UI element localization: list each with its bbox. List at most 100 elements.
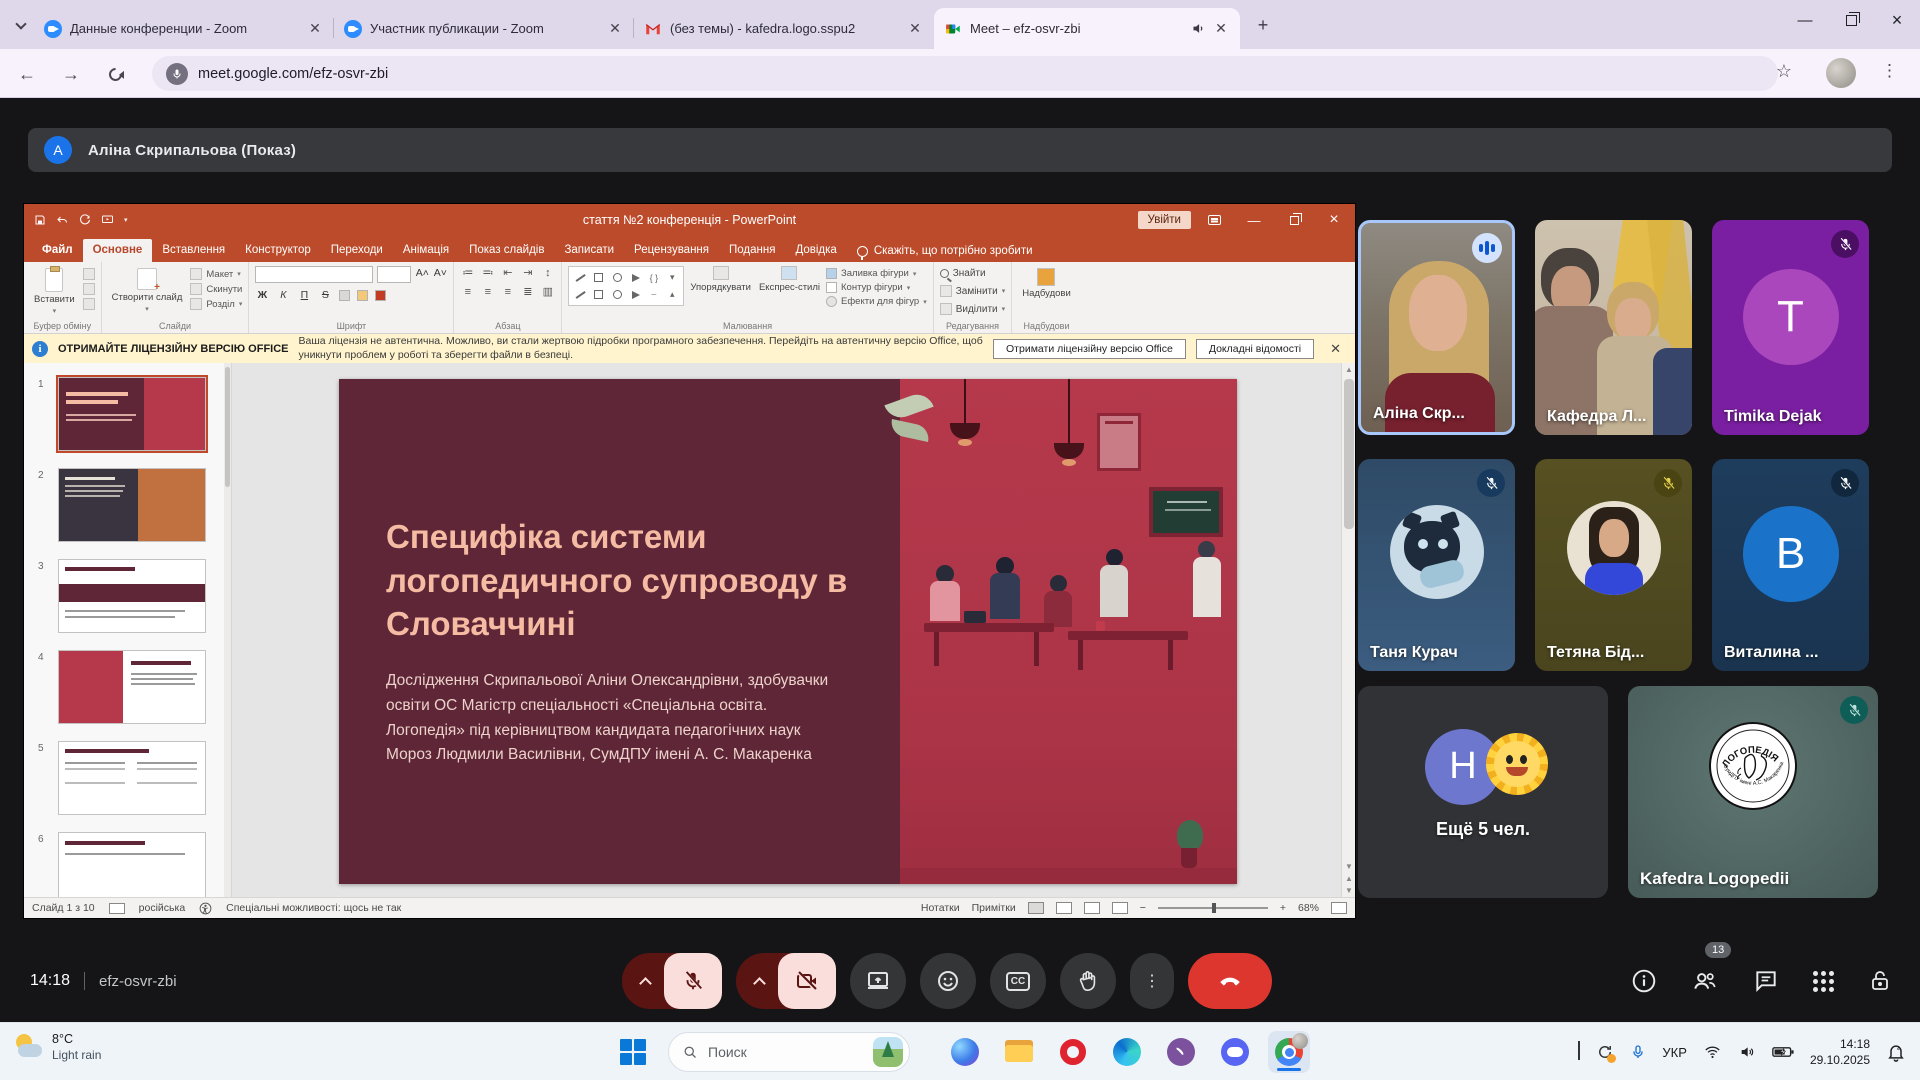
close-icon[interactable]: ✕ (1324, 341, 1347, 357)
app-icon-copilot[interactable] (948, 1035, 982, 1069)
mic-tray-icon[interactable] (1630, 1043, 1646, 1061)
zoom-level[interactable]: 68% (1298, 902, 1319, 914)
scroll-down-icon[interactable]: ▼ (1345, 863, 1353, 871)
tile-alina[interactable]: Аліна Скр... (1358, 220, 1515, 435)
get-license-button[interactable]: Отримати ліцензійну версію Office (993, 339, 1186, 359)
close-icon[interactable]: ✕ (1212, 20, 1230, 38)
site-info-icon[interactable] (166, 63, 188, 85)
restore-button[interactable] (1828, 0, 1874, 40)
tile-vitalina[interactable]: B Виталина ... (1712, 459, 1869, 671)
zoom-out-icon[interactable]: − (1140, 902, 1146, 914)
volume-icon[interactable] (1738, 1044, 1756, 1060)
ppt-tab-home[interactable]: Основне (83, 239, 153, 262)
normal-view-icon[interactable] (1028, 902, 1044, 914)
taskbar-clock[interactable]: 14:18 29.10.2025 (1810, 1036, 1870, 1068)
wifi-icon[interactable] (1703, 1044, 1722, 1060)
italic-button[interactable]: К (276, 288, 290, 302)
browser-menu-icon[interactable]: ⋮ (1881, 61, 1898, 81)
tab-gmail[interactable]: (без темы) - kafedra.logo.sspu2 ✕ (634, 8, 934, 49)
slide-thumbnail-5[interactable] (58, 741, 206, 815)
shape-effects-button[interactable]: Ефекти для фігур▾ (826, 296, 927, 307)
fit-slide-icon[interactable] (1331, 902, 1347, 914)
ppt-close-button[interactable]: × (1317, 207, 1351, 233)
bold-button[interactable]: Ж (255, 288, 269, 302)
language-switcher[interactable]: УКР (1662, 1045, 1687, 1060)
scroll-up-icon[interactable]: ▲ (1345, 366, 1353, 374)
slide-thumbnail-2[interactable] (58, 468, 206, 542)
app-icon-viber[interactable] (1164, 1035, 1198, 1069)
ppt-tab-review[interactable]: Рецензування (624, 239, 719, 262)
office-signin-button[interactable]: Увійти (1138, 211, 1191, 229)
comments-button[interactable]: Примітки (972, 902, 1016, 914)
profile-avatar[interactable] (1826, 58, 1856, 88)
format-painter-icon[interactable] (83, 298, 95, 310)
app-icon-edge[interactable] (1110, 1035, 1144, 1069)
end-call-button[interactable] (1188, 953, 1272, 1009)
raise-hand-button[interactable] (1060, 953, 1116, 1009)
line-spacing-icon[interactable]: ↕ (540, 266, 555, 279)
people-button[interactable]: 13 (1691, 968, 1719, 994)
previous-slide-icon[interactable]: ▲ (1345, 875, 1353, 883)
bullets-icon[interactable]: ≔ (460, 266, 475, 279)
replace-button[interactable]: Замінити▾ (940, 283, 1006, 299)
bookmark-star-icon[interactable]: ☆ (1776, 61, 1792, 82)
ppt-tab-slideshow[interactable]: Показ слайдів (459, 239, 554, 262)
justify-icon[interactable]: ≣ (520, 285, 535, 298)
canvas-scrollbar[interactable]: ▲ ▼ ▲ ▼ (1341, 363, 1355, 897)
copy-icon[interactable] (83, 283, 95, 295)
find-button[interactable]: Знайти (940, 266, 986, 281)
reading-view-icon[interactable] (1084, 902, 1100, 914)
current-slide[interactable]: Специфіка системи логопедичного супровод… (339, 379, 1237, 884)
tab-zoom-participant[interactable]: Участник публикации - Zoom ✕ (334, 8, 634, 49)
thumbnail-row[interactable]: 1 (38, 377, 231, 451)
thumbnail-row[interactable]: 5 (38, 741, 231, 815)
notification-bell-icon[interactable]: z (1886, 1042, 1906, 1062)
ppt-restore-button[interactable] (1277, 207, 1311, 233)
ppt-tab-file[interactable]: Файл (32, 239, 83, 262)
tile-timika[interactable]: T Timika Dejak (1712, 220, 1869, 435)
underline-button[interactable]: П (297, 288, 311, 302)
battery-icon[interactable] (1772, 1045, 1794, 1059)
reactions-button[interactable] (920, 953, 976, 1009)
slide-thumbnail-4[interactable] (58, 650, 206, 724)
ppt-tab-insert[interactable]: Вставлення (152, 239, 235, 262)
ppt-tab-record[interactable]: Записати (554, 239, 624, 262)
align-center-icon[interactable]: ≡ (480, 285, 495, 298)
scrollbar-thumb[interactable] (1344, 379, 1354, 529)
thumbnail-scrollbar[interactable] (224, 363, 231, 897)
minimize-button[interactable]: — (1782, 0, 1828, 40)
thumbnail-row[interactable]: 2 (38, 468, 231, 542)
tile-overflow[interactable]: H Ещё 5 чел. (1358, 686, 1608, 898)
select-button[interactable]: Виділити▾ (940, 301, 1005, 317)
indent-increase-icon[interactable]: ⇥ (520, 266, 535, 279)
present-button[interactable] (850, 953, 906, 1009)
app-icon-explorer[interactable] (1002, 1035, 1036, 1069)
tab-search-button[interactable] (10, 14, 32, 36)
arrange-button[interactable]: Упорядкувати (688, 266, 753, 293)
app-icon-discord[interactable] (1218, 1035, 1252, 1069)
char-spacing-icon[interactable] (339, 290, 350, 301)
close-icon[interactable]: ✕ (906, 20, 924, 38)
slide-sorter-icon[interactable] (1056, 902, 1072, 914)
slideshow-view-icon[interactable] (1112, 902, 1128, 914)
update-tray-icon[interactable] (1596, 1043, 1614, 1061)
paste-button[interactable]: Вставити▾ (30, 266, 79, 317)
addins-button[interactable]: Надбудови (1018, 266, 1075, 301)
tab-meet-active[interactable]: Meet – efz-osvr-zbi ✕ (934, 8, 1240, 49)
indent-decrease-icon[interactable]: ⇤ (500, 266, 515, 279)
mic-toggle-button[interactable] (664, 953, 722, 1009)
language-indicator[interactable]: російська (139, 902, 186, 914)
font-name-select[interactable] (255, 266, 373, 283)
decrease-font-icon[interactable]: A˅ (433, 266, 447, 280)
next-slide-icon[interactable]: ▼ (1345, 887, 1353, 895)
close-icon[interactable]: ✕ (606, 20, 624, 38)
layout-button[interactable]: Макет▾ (190, 268, 242, 280)
thumbnail-row[interactable]: 6 (38, 832, 231, 897)
zoom-slider[interactable] (1158, 907, 1268, 909)
accessibility-status[interactable]: Спеціальні можливості: щось не так (226, 902, 401, 914)
section-button[interactable]: Розділ▾ (190, 298, 242, 310)
align-right-icon[interactable]: ≡ (500, 285, 515, 298)
host-controls-button[interactable] (1868, 968, 1892, 994)
ppt-tab-transitions[interactable]: Переходи (321, 239, 393, 262)
start-button[interactable] (620, 1039, 646, 1065)
